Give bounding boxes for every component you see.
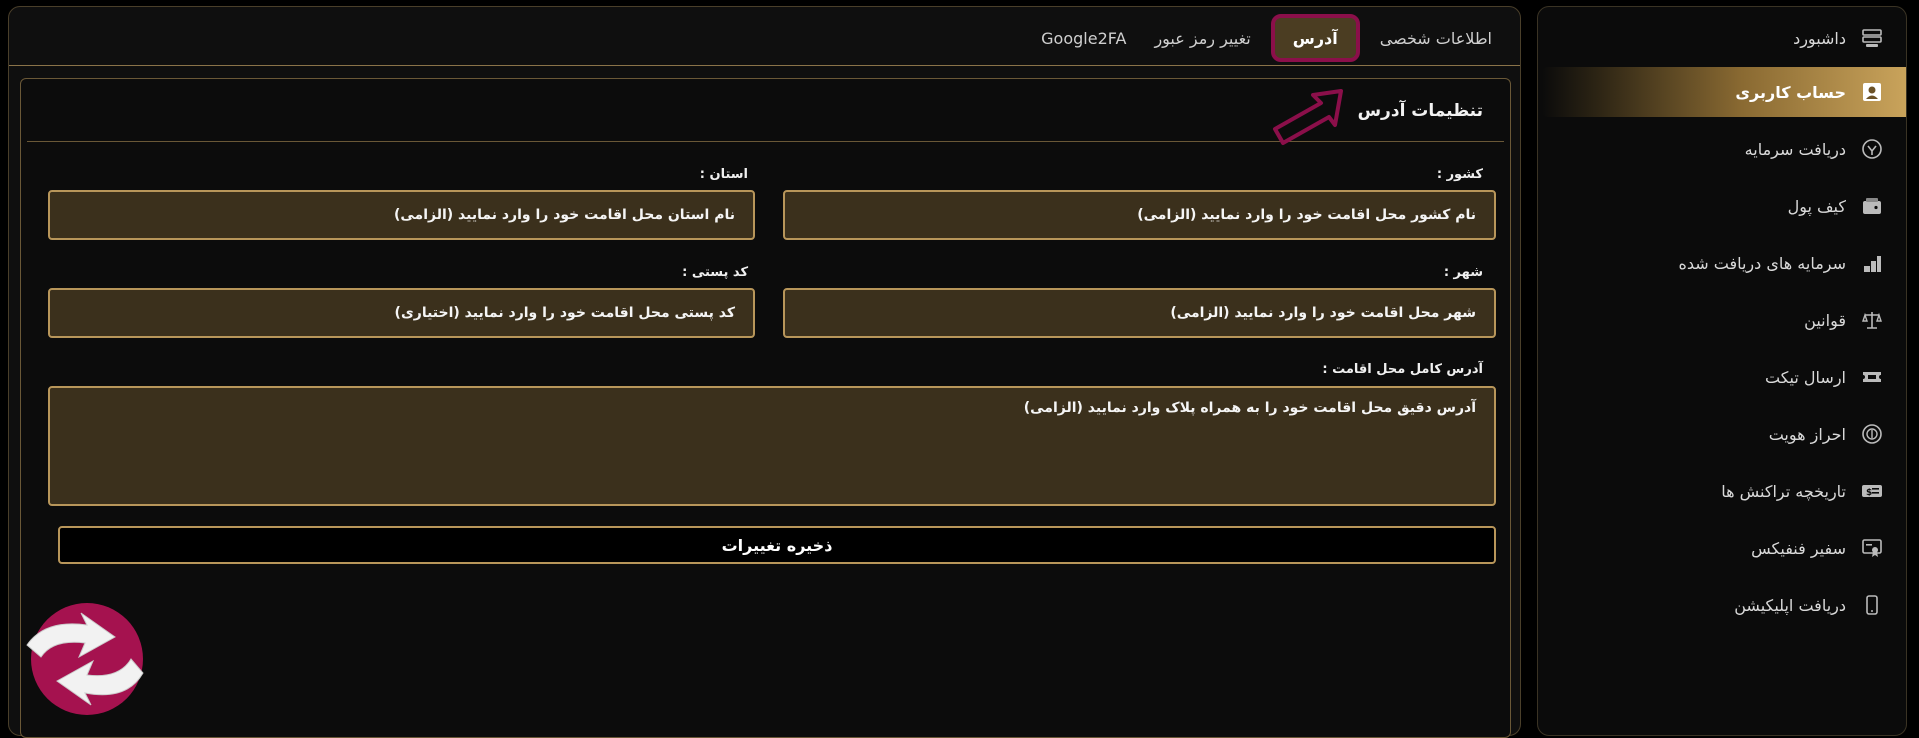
tab-bar: اطلاعات شخصی آدرس تغییر رمز عبور Google2… xyxy=(1027,7,1506,69)
sidebar-item-label: دریافت اپلیکیشن xyxy=(1734,595,1846,615)
card-title: تنظیمات آدرس xyxy=(1357,101,1483,121)
sidebar: داشبورد حساب کاربری دریافت سرمایه کیف پو… xyxy=(1537,6,1907,736)
sidebar-item-received-capital[interactable]: سرمایه های دریافت شده xyxy=(1538,238,1906,288)
sidebar-item-wallet[interactable]: کیف پول xyxy=(1538,181,1906,231)
sidebar-item-label: قوانین xyxy=(1804,310,1846,330)
sidebar-item-receive-capital[interactable]: دریافت سرمایه xyxy=(1538,124,1906,174)
sidebar-item-label: ارسال تیکت xyxy=(1765,367,1846,387)
sidebar-item-identity-verify[interactable]: احراز هویت xyxy=(1538,409,1906,459)
city-input[interactable]: شهر محل اقامت خود را وارد نمایید (الزامی… xyxy=(783,288,1496,338)
received-capital-icon xyxy=(1860,251,1884,275)
city-label: شهر : xyxy=(1443,265,1483,280)
transaction-history-icon: $ xyxy=(1860,479,1884,503)
full-address-textarea[interactable]: آدرس دقیق محل اقامت خود را به همراه پلاک… xyxy=(48,386,1496,506)
wallet-icon xyxy=(1860,194,1884,218)
ambassador-icon xyxy=(1860,536,1884,560)
country-input[interactable]: نام کشور محل اقامت خود را وارد نمایید (ا… xyxy=(783,190,1496,240)
sidebar-item-label: سرمایه های دریافت شده xyxy=(1678,253,1846,273)
sidebar-item-dashboard[interactable]: داشبورد xyxy=(1538,13,1906,63)
sidebar-item-label: حساب کاربری xyxy=(1735,82,1846,102)
tab-address[interactable]: آدرس xyxy=(1270,14,1360,62)
brand-logo-icon xyxy=(26,603,144,715)
ticket-icon xyxy=(1860,365,1884,389)
sidebar-item-transaction-history[interactable]: تاریخچه تراکنش ها $ xyxy=(1538,466,1906,516)
sidebar-item-mobile-app[interactable]: دریافت اپلیکیشن xyxy=(1538,580,1906,630)
tabs-divider xyxy=(9,65,1520,66)
province-input[interactable]: نام استان محل اقامت خود را وارد نمایید (… xyxy=(48,190,755,240)
sidebar-item-rules[interactable]: قوانین xyxy=(1538,295,1906,345)
postal-code-input[interactable]: کد پستی محل اقامت خود را وارد نمایید (اخ… xyxy=(48,288,755,338)
sidebar-item-label: سفیر فنفیکس xyxy=(1751,538,1846,558)
main-panel: اطلاعات شخصی آدرس تغییر رمز عبور Google2… xyxy=(8,6,1521,738)
country-label: کشور : xyxy=(1436,167,1483,182)
tab-personal-info[interactable]: اطلاعات شخصی xyxy=(1366,7,1506,69)
receive-capital-icon xyxy=(1860,137,1884,161)
mobile-app-icon xyxy=(1860,593,1884,617)
user-account-icon xyxy=(1860,80,1884,104)
save-changes-button[interactable]: ذخیره تغییرات xyxy=(58,526,1496,564)
sidebar-item-label: احراز هویت xyxy=(1768,424,1846,444)
sidebar-item-label: تاریخچه تراکنش ها xyxy=(1721,481,1846,501)
sidebar-item-ambassador[interactable]: سفیر فنفیکس xyxy=(1538,523,1906,573)
dashboard-icon xyxy=(1860,26,1884,50)
sidebar-item-label: کیف پول xyxy=(1787,196,1846,216)
identity-verify-icon xyxy=(1860,422,1884,446)
sidebar-item-label: دریافت سرمایه xyxy=(1744,139,1846,159)
rules-scale-icon xyxy=(1860,308,1884,332)
address-settings-card: تنظیمات آدرس کشور : نام کشور محل اقامت خ… xyxy=(20,78,1511,738)
svg-text:$: $ xyxy=(1866,488,1872,498)
sidebar-item-send-ticket[interactable]: ارسال تیکت xyxy=(1538,352,1906,402)
tab-change-password[interactable]: تغییر رمز عبور xyxy=(1140,7,1264,69)
sidebar-item-user-account[interactable]: حساب کاربری xyxy=(1542,67,1906,117)
postal-code-label: کد پستی : xyxy=(682,265,748,280)
tab-google2fa[interactable]: Google2FA xyxy=(1027,7,1140,69)
sidebar-item-label: داشبورد xyxy=(1793,28,1846,48)
full-address-label: آدرس کامل محل اقامت : xyxy=(1322,362,1483,377)
province-label: استان : xyxy=(699,167,748,182)
pointer-arrow-icon xyxy=(1273,89,1343,145)
